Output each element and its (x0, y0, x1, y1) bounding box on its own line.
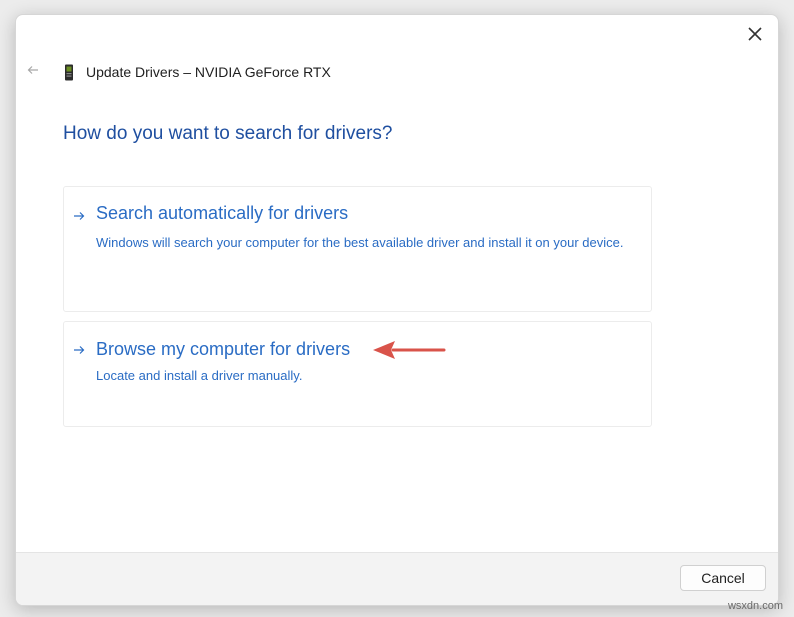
option-description: Windows will search your computer for th… (96, 235, 624, 250)
dialog-title: Update Drivers – NVIDIA GeForce RTX (86, 64, 331, 80)
back-arrow-icon (27, 66, 38, 74)
watermark: wsxdn.com (727, 600, 783, 612)
back-button[interactable] (24, 61, 42, 79)
option-title: Browse my computer for drivers (96, 339, 351, 359)
graphics-card-icon (64, 64, 74, 81)
update-drivers-dialog: Update Drivers – NVIDIA GeForce RTX How … (15, 14, 779, 606)
browse-computer-option[interactable]: Browse my computer for drivers Locate an… (63, 321, 652, 427)
arrow-right-icon (73, 211, 85, 221)
option-description: Locate and install a driver manually. (96, 368, 303, 383)
close-button[interactable] (742, 21, 768, 47)
arrow-right-icon (73, 345, 85, 355)
cancel-button[interactable]: Cancel (680, 565, 766, 591)
close-icon (748, 27, 762, 41)
red-arrow-annotation (373, 341, 446, 359)
title-bar: Update Drivers – NVIDIA GeForce RTX (64, 62, 331, 82)
option-title: Search automatically for drivers (96, 203, 349, 223)
dialog-footer: Cancel (16, 552, 778, 605)
page-heading: How do you want to search for drivers? (63, 123, 393, 144)
search-automatically-option[interactable]: Search automatically for drivers Windows… (63, 186, 652, 312)
